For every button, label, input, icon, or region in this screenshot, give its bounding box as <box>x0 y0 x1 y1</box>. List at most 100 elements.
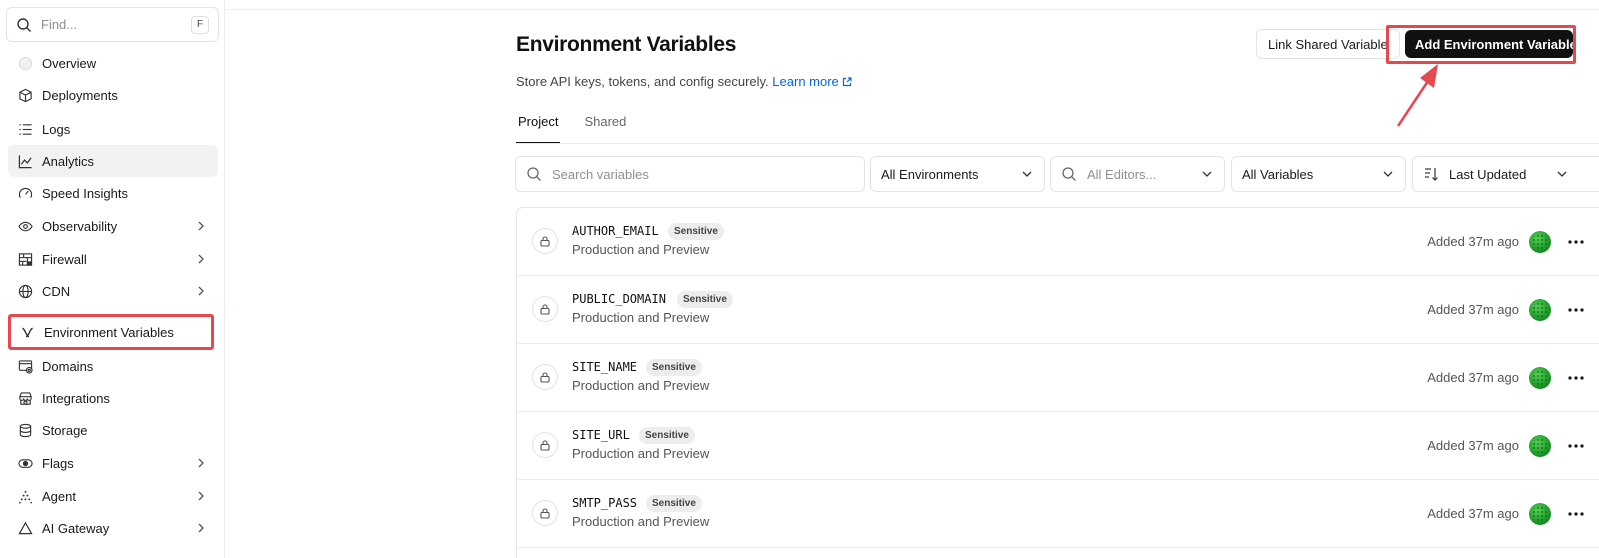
variable-icon <box>19 324 35 340</box>
annotation-arrow-icon <box>1396 64 1438 127</box>
sidebar-item-overview[interactable]: Overview <box>8 47 218 79</box>
find-shortcut-key: F <box>191 15 209 34</box>
learn-more-link[interactable]: Learn more <box>772 74 852 89</box>
chevron-right-icon <box>198 458 204 468</box>
variable-environments: Production and Preview <box>572 514 710 529</box>
sidebar-item-label: Integrations <box>42 390 110 406</box>
sidebar-item-speed-insights[interactable]: Speed Insights <box>8 177 218 209</box>
sidebar-item-logs[interactable]: Logs <box>8 113 218 145</box>
sidebar-item-storage[interactable]: Storage <box>8 414 218 446</box>
sidebar-item-integrations[interactable]: Integrations <box>8 382 218 414</box>
avatar <box>1529 367 1551 389</box>
sort-icon <box>1425 168 1438 181</box>
link-shared-variable-button[interactable]: Link Shared Variable <box>1256 29 1400 59</box>
ellipsis-icon <box>1568 376 1584 380</box>
learn-more-label: Learn more <box>772 74 839 89</box>
variable-environments: Production and Preview <box>572 242 710 257</box>
avatar <box>1529 435 1551 457</box>
chart-line-icon <box>17 153 33 169</box>
variable-added-time: Added 37m ago <box>1427 234 1519 249</box>
search-placeholder: Search variables <box>552 166 649 182</box>
sidebar-item-cdn[interactable]: CDN <box>8 275 218 307</box>
environments-select[interactable]: All Environments <box>870 156 1045 192</box>
sidebar-item-label: Analytics <box>42 153 95 169</box>
sidebar-item-label: Environment Variables <box>44 324 174 340</box>
sidebar: Find... F Overview Deployments Logs Anal… <box>0 0 225 558</box>
variable-added-time: Added 37m ago <box>1427 506 1519 521</box>
integrations-icon <box>17 390 33 406</box>
more-options-button[interactable] <box>1565 300 1587 320</box>
variable-name: SMTP_PASS <box>572 496 638 510</box>
more-options-button[interactable] <box>1565 368 1587 388</box>
list-item[interactable]: SITE_NAME Sensitive Production and Previ… <box>517 344 1599 412</box>
sidebar-item-label: Agent <box>42 488 76 504</box>
variables-list: AUTHOR_EMAIL Sensitive Production and Pr… <box>516 207 1599 558</box>
sidebar-item-deployments[interactable]: Deployments <box>8 79 218 111</box>
sidebar-item-label: CDN <box>42 283 71 299</box>
agent-icon <box>17 488 33 504</box>
ellipsis-icon <box>1568 240 1584 244</box>
chevron-right-icon <box>198 286 204 296</box>
domain-icon <box>17 358 33 374</box>
variable-added-time: Added 37m ago <box>1427 302 1519 317</box>
more-options-button[interactable] <box>1565 436 1587 456</box>
sidebar-item-flags[interactable]: Flags <box>8 447 218 479</box>
sidebar-item-analytics[interactable]: Analytics <box>8 145 218 177</box>
gauge-icon <box>17 185 33 201</box>
sidebar-item-label: AI Gateway <box>42 520 110 536</box>
lock-icon <box>532 296 558 322</box>
chevron-right-icon <box>198 221 204 231</box>
variables-select[interactable]: All Variables <box>1231 156 1406 192</box>
variables-value: All Variables <box>1242 166 1314 182</box>
variable-added-time: Added 37m ago <box>1427 370 1519 385</box>
circle-icon <box>17 55 33 71</box>
environments-value: All Environments <box>881 166 979 182</box>
sidebar-item-label: Deployments <box>42 87 118 103</box>
lock-icon <box>532 500 558 526</box>
lock-icon <box>532 432 558 458</box>
sort-select[interactable]: Last Updated <box>1412 156 1599 192</box>
page-title: Environment Variables <box>516 33 737 56</box>
lock-icon <box>532 364 558 390</box>
sidebar-item-domains[interactable]: Domains <box>8 350 218 382</box>
avatar <box>1529 503 1551 525</box>
sensitive-badge: Sensitive <box>677 291 733 308</box>
tab-project[interactable]: Project <box>516 108 561 144</box>
add-environment-variable-button[interactable]: Add Environment Variable <box>1405 30 1577 58</box>
sensitive-badge: Sensitive <box>646 495 702 512</box>
database-icon <box>17 422 33 438</box>
subtitle-text: Store API keys, tokens, and config secur… <box>516 74 769 89</box>
gateway-icon <box>17 520 33 536</box>
cube-icon <box>17 87 33 103</box>
list-item[interactable]: AUTHOR_EMAIL Sensitive Production and Pr… <box>517 208 1599 276</box>
more-options-button[interactable] <box>1565 232 1587 252</box>
sensitive-badge: Sensitive <box>668 223 724 240</box>
page-subtitle: Store API keys, tokens, and config secur… <box>516 74 852 89</box>
find-input[interactable]: Find... F <box>6 7 219 42</box>
list-item[interactable]: SITE_URL Sensitive Production and Previe… <box>517 412 1599 480</box>
sidebar-item-observability[interactable]: Observability <box>8 210 218 242</box>
search-variables-input[interactable]: Search variables <box>515 156 865 192</box>
sidebar-item-ai-gateway[interactable]: AI Gateway <box>8 512 218 544</box>
editors-select[interactable]: All Editors... <box>1050 156 1225 192</box>
list-item[interactable]: PUBLIC_DOMAIN Sensitive Production and P… <box>517 276 1599 344</box>
top-divider <box>226 9 1599 10</box>
sidebar-item-environment-variables[interactable]: Environment Variables <box>8 314 214 350</box>
eye-icon <box>17 218 33 234</box>
search-icon <box>17 17 31 32</box>
variable-environments: Production and Preview <box>572 310 710 325</box>
tab-bar: Project Shared <box>516 108 650 144</box>
more-options-button[interactable] <box>1565 504 1587 524</box>
search-icon <box>1062 167 1076 181</box>
variable-name: PUBLIC_DOMAIN <box>572 292 666 306</box>
sidebar-item-label: Logs <box>42 121 71 137</box>
sidebar-item-agent[interactable]: Agent <box>8 480 218 512</box>
chevron-down-icon <box>1383 171 1393 177</box>
sensitive-badge: Sensitive <box>646 359 702 376</box>
chevron-down-icon <box>1557 171 1567 177</box>
sidebar-item-firewall[interactable]: Firewall <box>8 243 218 275</box>
tab-shared[interactable]: Shared <box>582 108 628 144</box>
list-item[interactable]: SMTP_PASS Sensitive Production and Previ… <box>517 480 1599 548</box>
ellipsis-icon <box>1568 308 1584 312</box>
variable-name: SITE_NAME <box>572 360 638 374</box>
